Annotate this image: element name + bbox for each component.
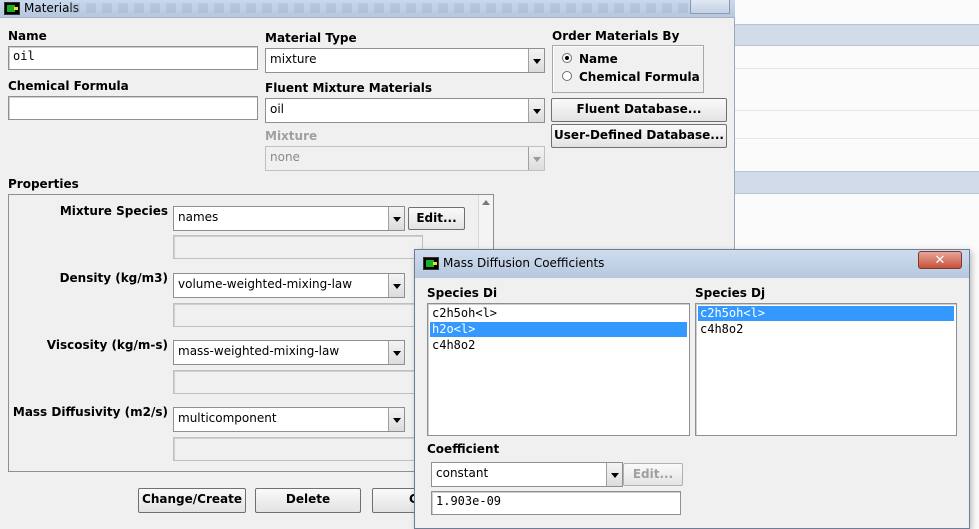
chevron-down-icon[interactable] — [528, 49, 544, 72]
dialog-titlebar[interactable]: Mass Diffusion Coefficients ✕ — [415, 250, 969, 278]
species-di-label: Species Di — [427, 286, 498, 300]
mass-diffusivity-dropdown[interactable]: multicomponent — [173, 407, 405, 432]
mass-diffusivity-value: multicomponent — [178, 411, 277, 425]
list-item-selected[interactable]: c2h5oh<l> — [698, 306, 954, 321]
titlebar-background-ghost — [70, 3, 690, 13]
background-band-middle — [735, 171, 979, 194]
fluent-database-button[interactable]: Fluent Database... — [551, 98, 727, 122]
mixture-species-detail — [173, 235, 423, 259]
mass-diffusivity-label: Mass Diffusivity (m2/s) — [12, 405, 168, 419]
mixture-label: Mixture — [265, 129, 318, 143]
dialog-title: Mass Diffusion Coefficients — [443, 256, 605, 270]
viscosity-detail — [173, 370, 423, 394]
mass-diffusivity-detail — [173, 437, 423, 461]
material-type-value: mixture — [270, 52, 317, 66]
species-dj-list[interactable]: c2h5oh<l> c4h8o2 — [695, 303, 957, 436]
chevron-down-icon[interactable] — [528, 99, 544, 122]
mixture-species-value: names — [178, 210, 219, 224]
fluent-app-icon — [4, 2, 20, 15]
mass-diffusion-dialog: Mass Diffusion Coefficients ✕ Species Di… — [414, 249, 970, 529]
mixture-value: none — [270, 150, 300, 164]
minimize-button[interactable] — [690, 0, 730, 14]
coefficient-value-input[interactable]: 1.903e-09 — [431, 491, 681, 515]
fluent-mixture-value: oil — [270, 102, 285, 116]
coefficient-edit-button: Edit... — [623, 463, 683, 486]
fluent-mixture-label: Fluent Mixture Materials — [265, 81, 433, 95]
chevron-down-icon[interactable] — [388, 207, 404, 230]
viscosity-value: mass-weighted-mixing-law — [178, 344, 340, 358]
material-type-dropdown[interactable]: mixture — [265, 48, 545, 73]
coefficient-method-dropdown[interactable]: constant — [431, 462, 623, 487]
order-by-label: Order Materials By — [552, 29, 680, 43]
delete-button[interactable]: Delete — [255, 488, 361, 513]
mixture-dropdown: none — [265, 146, 545, 171]
order-by-name-label[interactable]: Name — [579, 52, 618, 66]
coefficient-label: Coefficient — [427, 442, 500, 456]
species-dj-label: Species Dj — [695, 286, 766, 300]
density-detail — [173, 303, 423, 327]
background-divider — [735, 110, 979, 111]
order-by-formula-radio[interactable] — [562, 71, 572, 81]
order-by-group — [552, 45, 704, 93]
background-divider — [735, 138, 979, 139]
background-band-top — [735, 24, 979, 46]
viscosity-dropdown[interactable]: mass-weighted-mixing-law — [173, 340, 405, 365]
close-icon[interactable]: ✕ — [918, 251, 962, 269]
density-label: Density (kg/m3) — [59, 271, 168, 285]
chevron-down-icon[interactable] — [388, 408, 404, 431]
list-item[interactable]: c4h8o2 — [698, 322, 954, 337]
chevron-down-icon[interactable] — [388, 341, 404, 364]
user-defined-database-button[interactable]: User-Defined Database... — [551, 124, 727, 148]
list-item[interactable]: c4h8o2 — [430, 338, 687, 353]
chevron-down-icon[interactable] — [606, 463, 622, 486]
fluent-app-icon — [423, 257, 439, 270]
chevron-down-icon[interactable] — [388, 274, 404, 297]
list-item-selected[interactable]: h2o<l> — [430, 322, 687, 337]
name-label: Name — [8, 29, 47, 43]
scroll-up-icon[interactable] — [482, 200, 490, 205]
order-by-formula-label[interactable]: Chemical Formula — [579, 70, 700, 84]
density-dropdown[interactable]: volume-weighted-mixing-law — [173, 273, 405, 298]
list-item[interactable]: c2h5oh<l> — [430, 306, 687, 321]
density-value: volume-weighted-mixing-law — [178, 277, 353, 291]
chemical-formula-label: Chemical Formula — [8, 79, 129, 93]
properties-label: Properties — [8, 177, 79, 191]
name-input[interactable]: oil — [8, 46, 258, 70]
chevron-down-icon — [528, 147, 544, 170]
species-di-list[interactable]: c2h5oh<l> h2o<l> c4h8o2 — [427, 303, 690, 436]
chemical-formula-input[interactable] — [8, 96, 258, 120]
coefficient-method-value: constant — [436, 466, 489, 480]
materials-titlebar[interactable]: Materials — [0, 0, 735, 18]
mixture-species-dropdown[interactable]: names — [173, 206, 405, 231]
mixture-species-label: Mixture Species — [59, 204, 168, 218]
fluent-mixture-dropdown[interactable]: oil — [265, 98, 545, 123]
order-by-name-radio[interactable] — [562, 53, 572, 63]
mixture-species-edit-button[interactable]: Edit... — [408, 207, 465, 230]
background-divider — [735, 68, 979, 69]
viscosity-label: Viscosity (kg/m-s) — [46, 338, 168, 352]
change-create-button[interactable]: Change/Create — [138, 488, 246, 513]
material-type-label: Material Type — [265, 31, 357, 45]
